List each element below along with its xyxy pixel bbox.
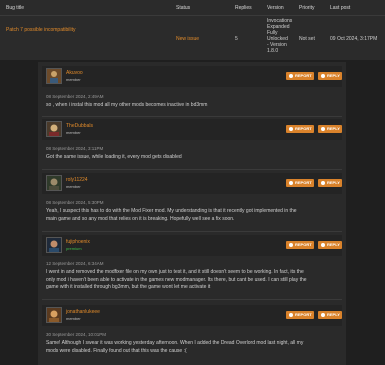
comment-line: Got the same issue, while loading it, ev…	[46, 154, 182, 160]
comment-header: fujiphoenix premium REPORT REPLY	[42, 235, 342, 256]
report-icon	[289, 242, 293, 247]
avatar[interactable]	[46, 237, 62, 253]
report-icon	[289, 73, 293, 78]
reply-button[interactable]: REPLY	[318, 241, 342, 249]
divider	[42, 231, 342, 232]
last-post-date[interactable]: 09 Oct 2024, 3:17PM	[330, 36, 377, 42]
comment-body: Yeah, I suspect this has to do with the …	[46, 208, 342, 223]
comment-line: main game and so any mod that relies on …	[46, 215, 235, 222]
comment-date: 08 September 2024, 3:11PM	[46, 146, 104, 151]
comment-header: roly11224 member REPORT REPLY	[42, 173, 342, 194]
version-cell: Invocations Expanded Fully Unlocked - Ve…	[267, 18, 292, 54]
header-replies[interactable]: Replies	[235, 5, 252, 11]
username[interactable]: TheDubbals	[66, 123, 93, 129]
report-button[interactable]: REPORT	[286, 241, 314, 249]
reply-button[interactable]: REPLY	[318, 179, 342, 187]
bug-title-link[interactable]: Patch 7 possible incompatibility	[6, 27, 75, 33]
comment-line: so , when i instal this mod all my other…	[46, 102, 208, 108]
reply-button[interactable]: REPLY	[318, 125, 342, 133]
report-button[interactable]: REPORT	[286, 72, 314, 80]
comment-line: Yeah, I suspect this has to do with the …	[46, 208, 297, 214]
comment-date: 08 September 2024, 5:30PM	[46, 200, 104, 205]
divider	[42, 299, 342, 300]
reply-icon	[321, 73, 325, 78]
version-line: 1.8.0	[267, 48, 279, 54]
comment-header: TheDubbals member REPORT REPLY	[42, 119, 342, 140]
comment-line: game with it installed through bg3mm, bu…	[46, 284, 211, 290]
comment-body: so , when i instal this mod all my other…	[46, 102, 342, 110]
reply-icon	[321, 312, 325, 317]
user-role: member	[66, 77, 81, 82]
username[interactable]: fujiphoenix	[66, 239, 90, 245]
reply-icon	[321, 180, 325, 185]
avatar[interactable]	[46, 175, 62, 191]
report-icon	[289, 312, 293, 317]
header-last-post[interactable]: Last post	[330, 5, 350, 11]
comment-line: only mod i haven't been able to activate…	[46, 276, 307, 283]
comment-date: 08 September 2024, 2:49AM	[46, 94, 104, 99]
reply-icon	[321, 242, 325, 247]
comment-line: Same! Although I swear it was working ye…	[46, 340, 304, 346]
avatar[interactable]	[46, 307, 62, 323]
table-row[interactable]: Patch 7 possible incompatibility New iss…	[0, 15, 385, 60]
header-priority[interactable]: Priority	[299, 5, 315, 11]
reply-button[interactable]: REPLY	[318, 311, 342, 319]
comment-thread: Akuvoo member REPORT REPLY 08 September …	[38, 62, 346, 365]
header-status[interactable]: Status	[176, 5, 190, 11]
user-role: premium	[66, 246, 82, 251]
report-icon	[289, 126, 293, 131]
username[interactable]: jonathanlukeee	[66, 309, 100, 315]
avatar[interactable]	[46, 68, 62, 84]
status-badge: New issue	[176, 36, 200, 42]
comment-line: mods were disabled. Finally found out th…	[46, 347, 187, 354]
divider	[42, 116, 342, 117]
comment-body: I went in and removed the modfixer file …	[46, 269, 342, 292]
user-role: member	[66, 184, 81, 189]
report-button[interactable]: REPORT	[286, 311, 314, 319]
username[interactable]: roly11224	[66, 177, 88, 183]
header-bug-title[interactable]: Bug title	[6, 5, 24, 11]
comment-line: I went in and removed the modfixer file …	[46, 269, 304, 275]
comment-body: Got the same issue, while loading it, ev…	[46, 154, 342, 162]
reply-icon	[321, 126, 325, 131]
report-button[interactable]: REPORT	[286, 179, 314, 187]
header-version[interactable]: Version	[267, 5, 284, 11]
comment-date: 30 September 2024, 10:01PM	[46, 332, 107, 337]
avatar[interactable]	[46, 121, 62, 137]
username[interactable]: Akuvoo	[66, 70, 83, 76]
comment-header: Akuvoo member REPORT REPLY	[42, 66, 342, 87]
reply-button[interactable]: REPLY	[318, 72, 342, 80]
table-header: Bug title Status Replies Version Priorit…	[0, 0, 385, 16]
comment-body: Same! Although I swear it was working ye…	[46, 340, 342, 355]
divider	[42, 169, 342, 170]
user-role: member	[66, 316, 81, 321]
comment-date: 12 September 2024, 6:34AM	[46, 261, 104, 266]
report-icon	[289, 180, 293, 185]
bug-table: Bug title Status Replies Version Priorit…	[0, 0, 385, 60]
user-role: member	[66, 130, 81, 135]
replies-count: 5	[235, 36, 238, 42]
report-button[interactable]: REPORT	[286, 125, 314, 133]
comment-header: jonathanlukeee member REPORT REPLY	[42, 305, 342, 326]
priority-value: Not set	[299, 36, 315, 42]
